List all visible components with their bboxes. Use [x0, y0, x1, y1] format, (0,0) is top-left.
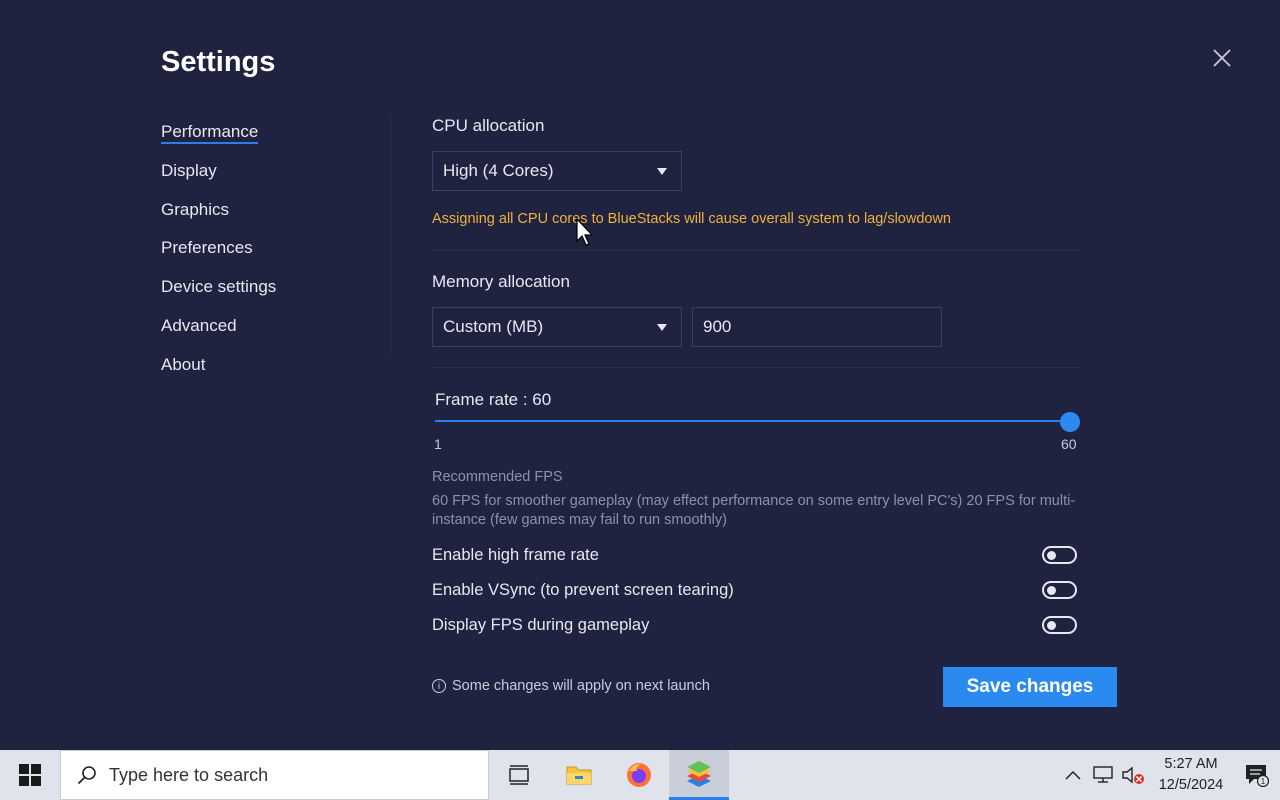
network-button[interactable] — [1088, 750, 1118, 800]
memory-mb-input[interactable] — [692, 307, 942, 347]
close-button[interactable] — [1208, 44, 1236, 72]
settings-title: Settings — [161, 46, 276, 78]
clock-date: 12/5/2024 — [1158, 777, 1224, 793]
nav-item-label: Preferences — [161, 238, 253, 258]
nav-item-about[interactable]: About — [161, 351, 381, 390]
taskbar-search[interactable]: Type here to search — [60, 750, 489, 800]
clock[interactable]: 5:27 AM 12/5/2024 — [1148, 754, 1234, 796]
display-fps-toggle[interactable] — [1042, 616, 1077, 634]
restart-note: i Some changes will apply on next launch — [432, 678, 710, 694]
restart-note-text: Some changes will apply on next launch — [452, 678, 710, 694]
close-icon — [1213, 49, 1231, 67]
nav-item-label: Graphics — [161, 199, 230, 219]
firefox-button[interactable] — [609, 750, 669, 800]
cpu-selected-value: High (4 Cores) — [443, 161, 554, 180]
start-button[interactable] — [0, 750, 60, 800]
toggle-row-display-fps: Display FPS during gameplay — [432, 613, 1080, 637]
high-frame-rate-toggle[interactable] — [1042, 546, 1077, 564]
nav-item-performance[interactable]: Performance — [161, 118, 381, 157]
action-center-button[interactable]: 1 — [1234, 750, 1280, 800]
cpu-warning: Assigning all CPU cores to BlueStacks wi… — [432, 211, 951, 227]
taskbar: Type here to search 5:27 AM 12/5/2024 1 — [0, 750, 1280, 800]
nav-item-label: About — [161, 354, 206, 374]
clock-time: 5:27 AM — [1164, 756, 1218, 772]
mouse-cursor-icon — [576, 218, 594, 246]
nav-item-preferences[interactable]: Preferences — [161, 234, 381, 273]
nav-divider — [390, 115, 391, 355]
show-hidden-icons-button[interactable] — [1058, 750, 1088, 800]
volume-button[interactable] — [1118, 750, 1148, 800]
toggle-label: Enable high frame rate — [432, 545, 599, 564]
save-changes-button[interactable]: Save changes — [943, 667, 1117, 707]
vsync-toggle[interactable] — [1042, 581, 1077, 599]
settings-nav: Performance Display Graphics Preferences… — [161, 118, 381, 390]
notification-icon: 1 — [1246, 765, 1270, 787]
recommended-fps-title: Recommended FPS — [432, 469, 563, 485]
recommended-fps-text: 60 FPS for smoother gameplay (may effect… — [432, 493, 1076, 528]
nav-item-advanced[interactable]: Advanced — [161, 312, 381, 351]
file-explorer-button[interactable] — [549, 750, 609, 800]
toggle-row-high-frame-rate: Enable high frame rate — [432, 543, 1080, 567]
nav-item-graphics[interactable]: Graphics — [161, 196, 381, 235]
frame-rate-label: Frame rate : 60 — [435, 390, 552, 409]
slider-max-label: 60 — [1061, 436, 1077, 452]
divider — [432, 250, 1080, 251]
memory-allocation-select[interactable]: Custom (MB) — [432, 307, 682, 347]
divider — [432, 367, 1080, 368]
chevron-down-icon — [657, 323, 667, 331]
nav-item-label: Advanced — [161, 315, 237, 335]
chevron-down-icon — [657, 167, 667, 175]
firefox-icon — [627, 763, 651, 787]
volume-muted-icon — [1122, 766, 1144, 784]
folder-icon — [566, 766, 592, 785]
toggle-row-vsync: Enable VSync (to prevent screen tearing) — [432, 578, 1080, 602]
nav-item-label: Device settings — [161, 277, 277, 297]
task-view-button[interactable] — [489, 750, 549, 800]
toggle-label: Display FPS during gameplay — [432, 615, 650, 634]
nav-item-label: Performance — [161, 122, 259, 144]
frame-rate-slider-thumb[interactable] — [1060, 412, 1080, 432]
slider-min-label: 1 — [434, 436, 442, 452]
cpu-allocation-label: CPU allocation — [432, 116, 545, 135]
notification-count: 1 — [1261, 777, 1266, 786]
frame-rate-slider-track[interactable] — [435, 420, 1069, 422]
search-icon — [77, 766, 96, 785]
info-icon: i — [432, 679, 446, 693]
memory-selected-value: Custom (MB) — [443, 317, 544, 336]
system-tray: 5:27 AM 12/5/2024 1 — [1058, 750, 1280, 800]
toggle-label: Enable VSync (to prevent screen tearing) — [432, 580, 734, 599]
task-view-icon — [509, 765, 529, 785]
bluestacks-button[interactable] — [669, 750, 729, 800]
network-icon — [1093, 766, 1113, 783]
cpu-allocation-select[interactable]: High (4 Cores) — [432, 151, 682, 191]
search-placeholder: Type here to search — [109, 764, 269, 785]
nav-item-device-settings[interactable]: Device settings — [161, 273, 381, 312]
nav-item-label: Display — [161, 160, 217, 180]
nav-item-display[interactable]: Display — [161, 157, 381, 196]
chevron-up-icon — [1065, 770, 1081, 780]
windows-logo-icon — [19, 764, 41, 786]
memory-allocation-label: Memory allocation — [432, 272, 570, 291]
bluestacks-icon — [687, 761, 711, 787]
